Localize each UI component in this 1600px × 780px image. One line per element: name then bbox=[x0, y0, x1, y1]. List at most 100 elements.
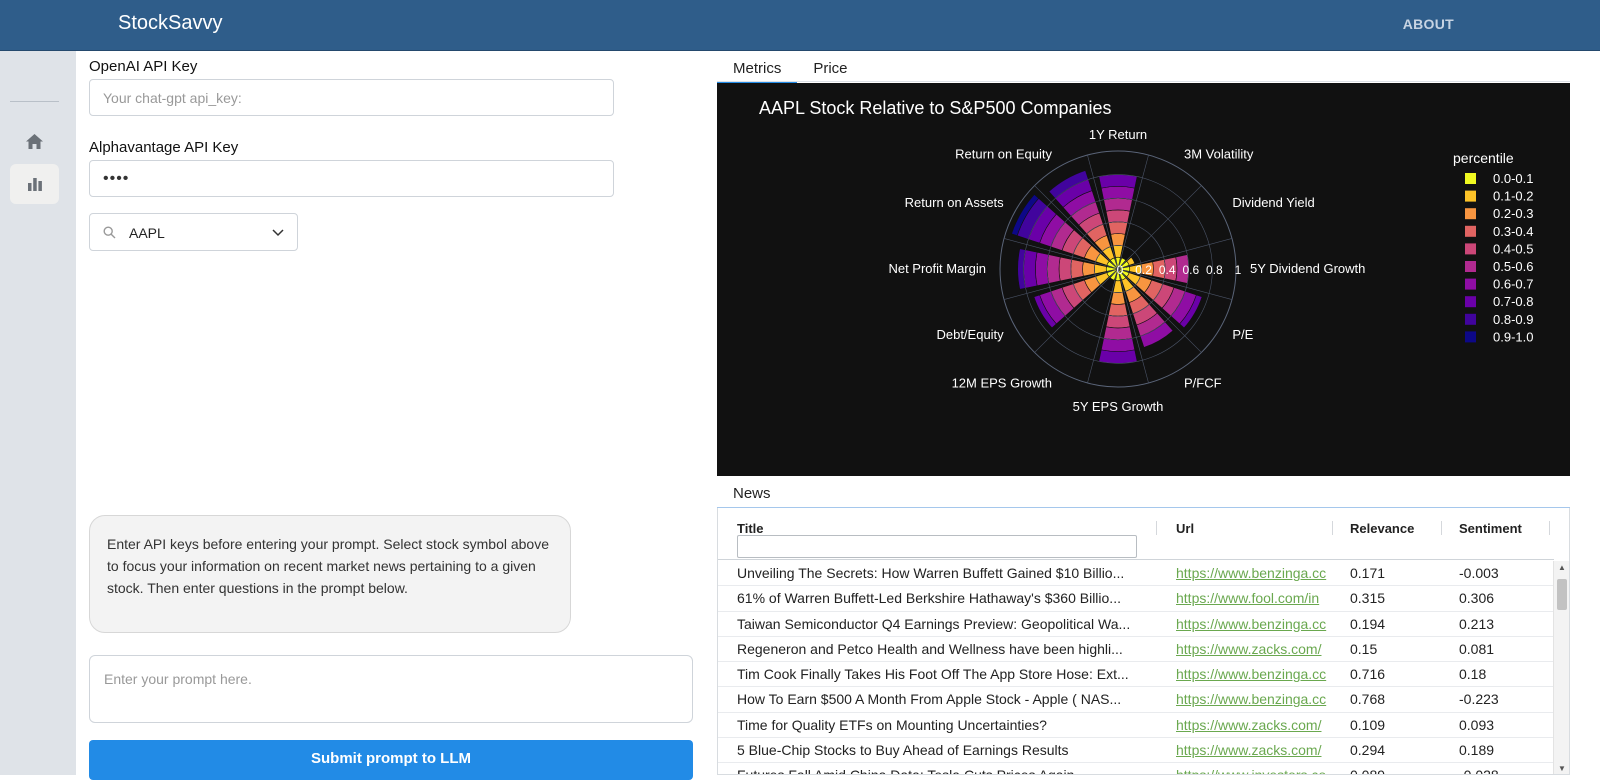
relevance-cell: 0.315 bbox=[1350, 590, 1386, 607]
radial-tick-label: 0.2 bbox=[1135, 263, 1152, 277]
scroll-up-icon[interactable]: ▲ bbox=[1558, 563, 1566, 572]
col-url-header[interactable]: Url bbox=[1176, 521, 1194, 536]
legend-swatch[interactable] bbox=[1465, 173, 1476, 184]
sentiment-cell: 0.093 bbox=[1459, 716, 1495, 733]
home-nav-button[interactable] bbox=[10, 121, 59, 161]
legend-swatch[interactable] bbox=[1465, 225, 1476, 237]
radial-tick-label: 1 bbox=[1235, 263, 1242, 277]
legend-swatch[interactable] bbox=[1465, 313, 1476, 325]
legend-swatch[interactable] bbox=[1465, 278, 1476, 290]
about-link[interactable]: ABOUT bbox=[1403, 16, 1454, 32]
legend-label[interactable]: 0.7-0.8 bbox=[1493, 294, 1533, 309]
news-url-link[interactable]: https://www.benzinga.cc bbox=[1176, 691, 1332, 707]
sentiment-cell: 0.18 bbox=[1459, 666, 1487, 683]
legend-label[interactable]: 0.9-1.0 bbox=[1493, 329, 1533, 344]
legend-label[interactable]: 0.3-0.4 bbox=[1493, 224, 1533, 239]
news-title-cell: Time for Quality ETFs on Mounting Uncert… bbox=[737, 716, 1047, 733]
radial-tick-label: 0.6 bbox=[1182, 263, 1199, 277]
relevance-cell: 0.109 bbox=[1350, 716, 1386, 733]
news-url-link[interactable]: https://www.benzinga.cc bbox=[1176, 616, 1332, 632]
polar-bar-segment bbox=[1100, 337, 1136, 352]
col-title-header[interactable]: Title bbox=[737, 521, 764, 536]
sentiment-cell: 0.081 bbox=[1459, 640, 1495, 657]
submit-prompt-button[interactable]: Submit prompt to LLM bbox=[89, 740, 693, 780]
tab-news[interactable]: News bbox=[717, 482, 787, 509]
polar-category-label: P/FCF bbox=[1184, 375, 1222, 390]
table-row[interactable]: Time for Quality ETFs on Mounting Uncert… bbox=[718, 713, 1554, 739]
legend-swatch[interactable] bbox=[1465, 261, 1476, 272]
news-title-cell: Unveiling The Secrets: How Warren Buffet… bbox=[737, 565, 1125, 581]
bar-chart-icon bbox=[27, 178, 42, 191]
polar-bar-segment bbox=[1023, 249, 1038, 289]
legend-swatch[interactable] bbox=[1465, 190, 1476, 202]
legend-label[interactable]: 0.6-0.7 bbox=[1493, 277, 1533, 292]
col-separator[interactable] bbox=[1441, 521, 1442, 535]
polar-bar-segment bbox=[1070, 259, 1084, 279]
table-row[interactable]: Futures Fall Amid China Data; Tesla Cuts… bbox=[718, 763, 1554, 774]
tab-divider bbox=[717, 81, 1570, 82]
polar-category-label: 5Y EPS Growth bbox=[1073, 399, 1164, 414]
legend-swatch[interactable] bbox=[1465, 296, 1476, 308]
legend-swatch[interactable] bbox=[1465, 331, 1476, 343]
col-separator[interactable] bbox=[1156, 521, 1157, 535]
chart-nav-button[interactable] bbox=[10, 164, 59, 204]
table-row[interactable]: 5 Blue-Chip Stocks to Buy Ahead of Earni… bbox=[718, 738, 1554, 764]
polar-category-label: 1Y Return bbox=[1089, 127, 1147, 142]
chart-tabs: Metrics Price bbox=[717, 53, 864, 83]
news-url-link[interactable]: https://www.benzinga.cc bbox=[1176, 666, 1332, 682]
relevance-cell: 0.171 bbox=[1350, 565, 1386, 581]
polar-category-label: Net Profit Margin bbox=[888, 261, 986, 276]
polar-bar-segment bbox=[1105, 314, 1131, 329]
grid-scrollbar[interactable]: ▲ ▼ bbox=[1553, 561, 1569, 774]
col-separator[interactable] bbox=[1549, 521, 1550, 535]
stock-symbol-value: AAPL bbox=[129, 225, 165, 241]
table-row[interactable]: Unveiling The Secrets: How Warren Buffet… bbox=[718, 561, 1554, 587]
alphavantage-key-input[interactable]: •••• bbox=[89, 160, 614, 197]
polar-bar-segment bbox=[1103, 326, 1133, 341]
news-url-link[interactable]: https://www.investors.co bbox=[1176, 767, 1332, 774]
news-url-link[interactable]: https://www.zacks.com/ bbox=[1176, 717, 1332, 733]
table-row[interactable]: Taiwan Semiconductor Q4 Earnings Preview… bbox=[718, 612, 1554, 637]
col-separator[interactable] bbox=[1332, 521, 1333, 535]
legend-label[interactable]: 0.5-0.6 bbox=[1493, 259, 1533, 274]
app-brand[interactable]: StockSavvy bbox=[118, 12, 222, 35]
legend-label[interactable]: 0.4-0.5 bbox=[1493, 241, 1533, 256]
title-filter-input[interactable] bbox=[737, 535, 1137, 558]
polar-category-label: Dividend Yield bbox=[1232, 195, 1314, 210]
search-icon bbox=[103, 226, 116, 239]
openai-key-input[interactable]: Your chat-gpt api_key: bbox=[89, 79, 614, 116]
table-row[interactable]: How To Earn $500 A Month From Apple Stoc… bbox=[718, 687, 1554, 713]
relevance-cell: 0.294 bbox=[1350, 742, 1386, 759]
polar-bar-segment bbox=[1082, 261, 1096, 277]
tab-price[interactable]: Price bbox=[797, 53, 863, 83]
scroll-thumb[interactable] bbox=[1557, 579, 1567, 610]
legend-label[interactable]: 0.1-0.2 bbox=[1493, 189, 1533, 204]
stock-symbol-select[interactable]: AAPL bbox=[89, 213, 298, 251]
col-sentiment-header[interactable]: Sentiment bbox=[1459, 521, 1522, 536]
news-url-link[interactable]: https://www.fool.com/in bbox=[1176, 590, 1332, 606]
instructions-box: Enter API keys before entering your prom… bbox=[89, 515, 571, 633]
polar-bar-segment bbox=[1100, 186, 1136, 201]
prompt-placeholder: Enter your prompt here. bbox=[104, 671, 252, 687]
col-relevance-header[interactable]: Relevance bbox=[1350, 521, 1414, 536]
alphavantage-key-value: •••• bbox=[103, 169, 130, 187]
polar-category-label: 5Y Dividend Growth bbox=[1250, 261, 1365, 276]
tab-metrics[interactable]: Metrics bbox=[717, 53, 798, 83]
scroll-down-icon[interactable]: ▼ bbox=[1558, 764, 1566, 773]
legend-swatch[interactable] bbox=[1465, 243, 1476, 255]
table-row[interactable]: 61% of Warren Buffett-Led Berkshire Hath… bbox=[718, 586, 1554, 612]
polar-bar-segment bbox=[1098, 349, 1138, 364]
table-row[interactable]: Tim Cook Finally Takes His Foot Off The … bbox=[718, 662, 1554, 688]
news-url-link[interactable]: https://www.zacks.com/ bbox=[1176, 742, 1332, 758]
news-url-link[interactable]: https://www.benzinga.cc bbox=[1176, 565, 1332, 581]
rail-divider bbox=[10, 101, 59, 102]
news-url-link[interactable]: https://www.zacks.com/ bbox=[1176, 641, 1332, 657]
news-title-cell: Tim Cook Finally Takes His Foot Off The … bbox=[737, 666, 1129, 683]
legend-label[interactable]: 0.2-0.3 bbox=[1493, 206, 1533, 221]
table-row[interactable]: Regeneron and Petco Health and Wellness … bbox=[718, 637, 1554, 663]
instructions-text: Enter API keys before entering your prom… bbox=[107, 536, 549, 596]
legend-swatch[interactable] bbox=[1465, 208, 1476, 220]
legend-label[interactable]: 0.0-0.1 bbox=[1493, 171, 1533, 186]
prompt-input[interactable]: Enter your prompt here. bbox=[89, 655, 693, 723]
legend-label[interactable]: 0.8-0.9 bbox=[1493, 312, 1533, 327]
